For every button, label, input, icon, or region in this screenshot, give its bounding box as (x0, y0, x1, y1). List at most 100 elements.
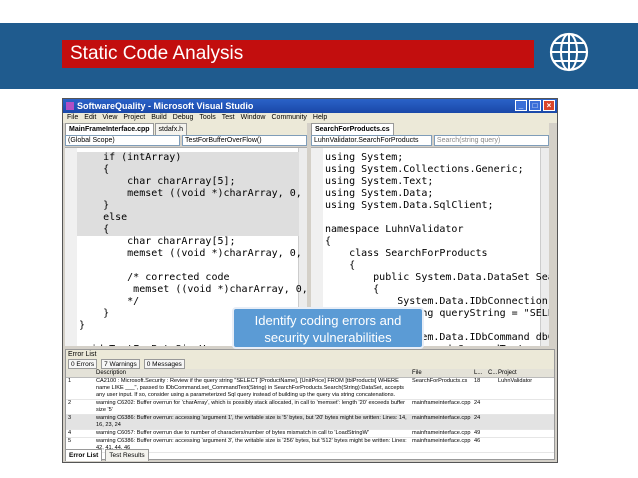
code-line: { (325, 284, 380, 295)
member-dropdown[interactable]: Search(string query) (433, 135, 549, 146)
error-list-row[interactable]: 2 warning C6202: Buffer overrun for 'char… (66, 400, 554, 415)
menu-item-view[interactable]: View (102, 113, 117, 123)
highlighted-line (77, 200, 299, 212)
slide-title: Static Code Analysis (62, 40, 534, 68)
menu-item-project[interactable]: Project (123, 113, 145, 123)
menu-item-help[interactable]: Help (313, 113, 327, 123)
error-cell-col (488, 430, 498, 437)
error-cell-col (488, 438, 498, 452)
error-cell-col (488, 378, 498, 399)
error-list-row[interactable]: 1 CA2100 : Microsoft.Security : Review if… (66, 378, 554, 400)
code-line: { (79, 164, 110, 175)
code-line: } (79, 308, 110, 319)
error-cell-proj (498, 415, 550, 429)
tab-stdafx[interactable]: stdafx.h (154, 123, 188, 135)
error-list-panel: Error List 0 Errors 7 Warnings 0 Message… (65, 349, 555, 460)
error-cell-col (488, 400, 498, 414)
error-list-title: Error List (66, 350, 554, 359)
menu-item-file[interactable]: File (67, 113, 78, 123)
error-list-header: Description File L... C... Project (66, 369, 554, 378)
code-line: { (325, 260, 356, 271)
error-cell-num: 3 (68, 415, 72, 421)
scope-dropdown[interactable]: (Global Scope) (65, 135, 181, 146)
error-list-row[interactable]: 3 warning C6386: Buffer overrun: accessin… (66, 415, 554, 430)
tab-searchforproducts[interactable]: SearchForProducts.cs (311, 123, 394, 135)
column-header-file[interactable]: File (412, 369, 474, 377)
menu-item-community[interactable]: Community (272, 113, 307, 123)
menu-item-tools[interactable]: Tools (199, 113, 215, 123)
code-line: memset ((void *)charArray, 0, (79, 248, 302, 259)
code-line: using System.Data.SqlClient; (325, 200, 494, 211)
error-cell-file: mainframeinterface.cpp (412, 438, 471, 444)
menu-item-debug[interactable]: Debug (173, 113, 194, 123)
code-line: { (79, 224, 110, 235)
callout-line-2: security vulnerabilities (264, 330, 392, 345)
tab-test-results[interactable]: Test Results (105, 449, 149, 461)
class-dropdown[interactable]: LuhnValidator.SearchForProducts (311, 135, 432, 146)
tab-error-list[interactable]: Error List (65, 449, 103, 461)
left-document-tabs: MainFrameInterface.cpp stdafx.h (65, 123, 307, 135)
column-header-line[interactable]: L... (474, 369, 488, 377)
editor-margin (65, 148, 77, 346)
callout-line-1: Identify coding errors and (254, 313, 402, 328)
code-line: if (intArray) (79, 152, 182, 163)
code-line: memset ((void *)charArray, 0, (79, 284, 307, 295)
errors-filter-button[interactable]: 0 Errors (68, 359, 98, 369)
close-button[interactable]: × (543, 100, 555, 111)
error-cell-col (488, 415, 498, 429)
function-dropdown[interactable]: TestForBufferOverFlow() (182, 135, 307, 146)
code-line: */ (79, 296, 140, 307)
highlighted-line (77, 224, 299, 236)
error-cell-proj (498, 430, 550, 437)
code-line: using System.Collections.Generic; (325, 164, 524, 175)
error-cell-proj (498, 400, 550, 414)
code-line: } (79, 320, 86, 331)
window-title: SoftwareQuality - Microsoft Visual Studi… (77, 101, 254, 111)
code-line: { (325, 236, 332, 247)
error-cell-line: 46 (474, 438, 481, 444)
code-line: using System; (325, 152, 404, 163)
error-cell-line: 24 (474, 415, 481, 421)
error-cell-file: mainframeinterface.cpp (412, 415, 471, 421)
code-line: } (79, 200, 110, 211)
error-list-row[interactable]: 4 warning C6057: Buffer overrun due to nu… (66, 430, 554, 438)
menu-item-test[interactable]: Test (222, 113, 235, 123)
code-line: memset ((void *)charArray, 0, (79, 188, 302, 199)
error-cell-proj: LuhnValidator (498, 378, 533, 384)
error-cell-num: 1 (68, 378, 72, 384)
messages-filter-button[interactable]: 0 Messages (143, 359, 185, 369)
window-titlebar: SoftwareQuality - Microsoft Visual Studi… (63, 99, 557, 113)
code-line: char charArray[5]; (79, 176, 236, 187)
column-header-column[interactable]: C... (488, 369, 498, 377)
error-cell-file: mainframeinterface.cpp (412, 430, 471, 436)
error-cell-num: 4 (68, 430, 72, 436)
code-line: else (79, 212, 128, 223)
highlighted-line (77, 164, 299, 176)
visual-studio-window: SoftwareQuality - Microsoft Visual Studi… (62, 98, 558, 463)
menu-item-edit[interactable]: Edit (84, 113, 96, 123)
tab-mainframeinterface[interactable]: MainFrameInterface.cpp (65, 123, 154, 135)
error-cell-line: 24 (474, 400, 481, 406)
menu-item-build[interactable]: Build (151, 113, 167, 123)
error-cell-line: 18 (474, 378, 481, 384)
error-cell-desc: warning C6386: Buffer overrun: accessing… (96, 415, 409, 428)
error-cell-proj (498, 438, 550, 452)
code-line: /* corrected code (79, 272, 230, 283)
menu-bar: File Edit View Project Build Debug Tools Test Wi… (63, 113, 557, 123)
error-cell-desc: CA2100 : Microsoft.Security : Review if … (96, 378, 406, 398)
code-line: namespace LuhnValidator (325, 224, 464, 235)
error-cell-line: 49 (474, 430, 481, 436)
right-document-tabs: SearchForProducts.cs (311, 123, 549, 135)
globe-icon (549, 32, 589, 72)
visual-studio-icon (66, 102, 74, 110)
error-cell-desc: warning C6057: Buffer overrun due to num… (96, 430, 369, 436)
minimize-button[interactable]: _ (515, 100, 527, 111)
warnings-filter-button[interactable]: 7 Warnings (101, 359, 140, 369)
maximize-button[interactable]: □ (529, 100, 541, 111)
code-line: class SearchForProducts (325, 248, 488, 259)
menu-item-window[interactable]: Window (241, 113, 266, 123)
column-header-description[interactable]: Description (96, 369, 412, 377)
column-header-project[interactable]: Project (498, 369, 550, 377)
error-cell-num: 2 (68, 400, 72, 406)
error-cell-desc: warning C6202: Buffer overrun for 'charA… (96, 400, 407, 413)
